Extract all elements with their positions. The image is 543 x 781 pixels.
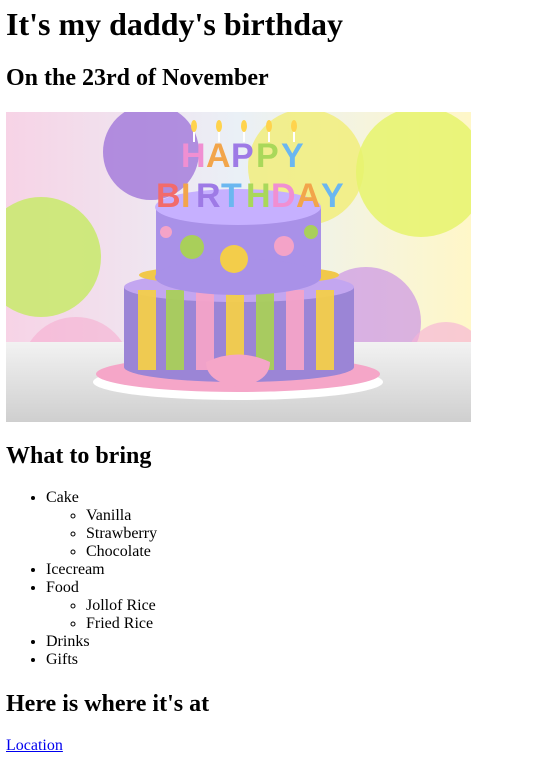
list-item-cake: Cake Vanilla Strawberry Chocolate: [46, 489, 157, 561]
svg-text:A: A: [206, 137, 231, 175]
list-item-icecream: Icecream: [46, 561, 157, 579]
list-item-food: Food Jollof Rice Fried Rice: [46, 579, 157, 633]
svg-text:D: D: [271, 177, 296, 215]
list-item-fried-rice: Fried Rice: [86, 615, 157, 633]
bring-list: Cake Vanilla Strawberry Chocolate Icecre…: [6, 489, 157, 669]
svg-text:Y: Y: [321, 177, 344, 215]
list-item-gifts: Gifts: [46, 651, 157, 669]
cake-sublist: Vanilla Strawberry Chocolate: [46, 507, 157, 561]
svg-text:P: P: [256, 137, 279, 175]
page-title: It's my daddy's birthday: [6, 6, 343, 42]
list-item-strawberry: Strawberry: [86, 525, 157, 543]
birthday-cake-image: H A P P Y B I R T H D A Y: [6, 112, 471, 422]
what-to-bring-heading: What to bring: [6, 443, 152, 469]
date-heading: On the 23rd of November: [6, 65, 269, 91]
svg-text:H: H: [181, 137, 206, 175]
list-item-vanilla: Vanilla: [86, 507, 157, 525]
svg-text:A: A: [296, 177, 321, 215]
svg-text:T: T: [221, 177, 242, 215]
list-item-jollof-rice: Jollof Rice: [86, 597, 157, 615]
list-item-label: Cake: [46, 489, 79, 506]
list-item-chocolate: Chocolate: [86, 543, 157, 561]
svg-text:Y: Y: [281, 137, 304, 175]
svg-text:R: R: [196, 177, 221, 215]
list-item-drinks: Drinks: [46, 633, 157, 651]
list-item-label: Food: [46, 579, 79, 596]
svg-text:P: P: [231, 137, 254, 175]
svg-text:I: I: [181, 177, 190, 215]
food-sublist: Jollof Rice Fried Rice: [46, 597, 157, 633]
svg-text:B: B: [156, 177, 181, 215]
svg-text:H: H: [246, 177, 271, 215]
location-link[interactable]: Location: [6, 737, 63, 755]
where-heading: Here is where it's at: [6, 691, 210, 717]
